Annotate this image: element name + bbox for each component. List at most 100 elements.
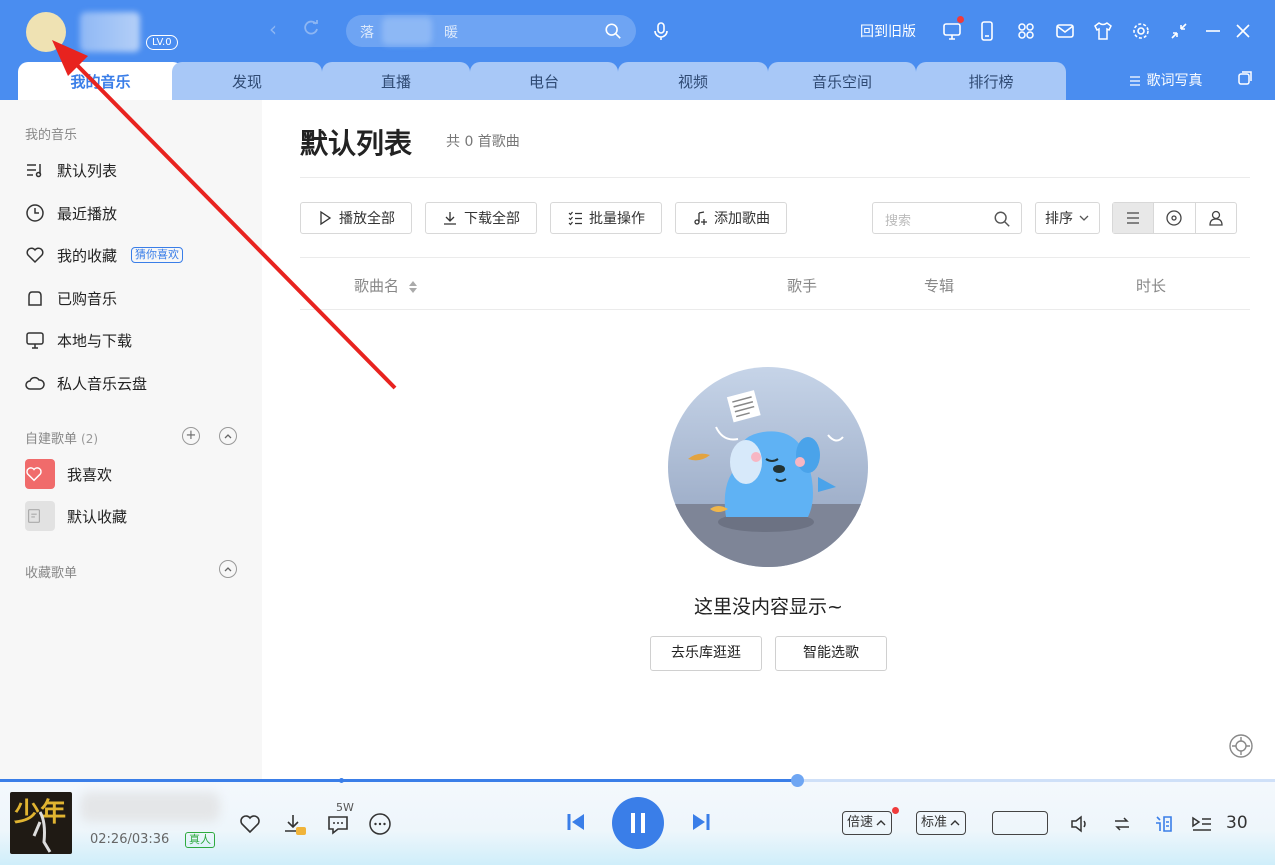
refresh-icon[interactable] (300, 18, 322, 40)
song-count: 共 0 首歌曲 (446, 134, 520, 150)
mail-icon[interactable] (1054, 20, 1076, 42)
view-mode-group (1112, 202, 1237, 234)
sort-dropdown[interactable]: 排序 (1035, 202, 1100, 234)
album-cover[interactable]: 少年 (10, 792, 72, 854)
previous-track-icon[interactable] (565, 811, 587, 833)
tab-discover[interactable]: 发现 (172, 62, 322, 100)
quality-button[interactable]: 标准 (916, 811, 967, 835)
user-icon (1209, 210, 1223, 226)
column-artist[interactable]: 歌手 (787, 275, 817, 296)
username-blurred[interactable] (80, 12, 140, 52)
playlist-item-i-like[interactable]: 我喜欢 (25, 459, 112, 489)
add-playlist-button[interactable]: + (182, 427, 200, 445)
volume-icon[interactable] (1068, 812, 1092, 836)
compact-mode-icon[interactable] (1168, 20, 1190, 42)
column-song-name-label: 歌曲名 (354, 277, 400, 295)
progress-handle[interactable] (791, 774, 804, 787)
created-playlists-label: 自建歌单 (25, 432, 78, 447)
collapse-collected-button[interactable] (219, 560, 237, 578)
tab-my-music[interactable]: 我的音乐 (18, 62, 183, 100)
search-placeholder-start: 落 (360, 25, 374, 41)
download-vip-icon[interactable] (282, 812, 306, 836)
comment-icon[interactable] (326, 812, 350, 836)
sidebar-item-local-download[interactable]: 本地与下载 (25, 328, 132, 352)
next-track-icon[interactable] (690, 811, 712, 833)
more-options-icon[interactable] (368, 812, 392, 836)
back-to-old-version-link[interactable]: 回到旧版 (860, 21, 916, 41)
monitor-icon (26, 332, 44, 349)
search-text-blurred (382, 17, 432, 45)
back-arrow-icon[interactable]: ‹ (262, 18, 284, 40)
chevron-up-icon (224, 434, 232, 439)
download-all-button[interactable]: 下载全部 (425, 202, 537, 234)
add-songs-button[interactable]: 添加歌曲 (675, 202, 787, 234)
list-view-icon (1127, 212, 1140, 224)
guess-you-like-badge[interactable]: 猜你喜欢 (131, 247, 184, 263)
notification-dot (957, 16, 964, 23)
sort-arrows-icon[interactable] (408, 280, 418, 294)
tab-radio[interactable]: 电台 (470, 62, 618, 100)
locate-current-icon[interactable] (1228, 733, 1254, 759)
divider (300, 257, 1250, 258)
speed-button[interactable]: 倍速 (842, 811, 893, 835)
lyrics-icon[interactable] (1152, 812, 1176, 836)
user-avatar[interactable] (26, 12, 66, 52)
speed-label: 倍速 (847, 815, 874, 830)
sidebar-item-cloud[interactable]: 私人音乐云盘 (25, 371, 147, 395)
apps-grid-icon[interactable] (1015, 20, 1037, 42)
play-all-button[interactable]: 播放全部 (300, 202, 412, 234)
real-singer-badge: 真人 (185, 832, 215, 848)
close-icon[interactable] (1232, 20, 1254, 42)
phone-icon[interactable] (976, 20, 998, 42)
chevron-up-icon (876, 820, 886, 826)
settings-gear-icon[interactable] (1130, 20, 1152, 42)
sidebar-item-favorites[interactable]: 我的收藏 猜你喜欢 (25, 243, 184, 267)
sound-effect-button[interactable] (992, 811, 1048, 835)
sidebar-item-default-list[interactable]: 默认列表 (25, 158, 117, 182)
smart-pick-button[interactable]: 智能选歌 (775, 636, 887, 671)
tab-video[interactable]: 视频 (618, 62, 768, 100)
song-title-blurred[interactable] (80, 792, 220, 822)
column-duration[interactable]: 时长 (1136, 275, 1166, 296)
album-view-button[interactable] (1153, 203, 1194, 233)
mini-window-icon[interactable] (1236, 69, 1254, 87)
search-icon[interactable] (604, 22, 622, 40)
level-badge[interactable]: LV.0 (146, 35, 178, 50)
voice-search-icon[interactable] (650, 20, 672, 42)
sort-label: 排序 (1045, 211, 1073, 227)
divider (300, 177, 1250, 178)
minimize-icon[interactable] (1202, 20, 1224, 42)
lyric-wallpaper-button[interactable]: 歌词写真 (1128, 70, 1202, 90)
artist-view-button[interactable] (1194, 203, 1236, 233)
sidebar-item-label: 已购音乐 (57, 289, 118, 308)
playlist-label: 默认收藏 (67, 507, 128, 526)
column-album[interactable]: 专辑 (924, 275, 954, 296)
column-song-name[interactable]: 歌曲名 (354, 275, 418, 296)
add-music-icon (694, 211, 707, 225)
screen-icon[interactable] (941, 20, 963, 42)
tab-music-space[interactable]: 音乐空间 (768, 62, 916, 100)
like-heart-icon[interactable] (238, 812, 262, 836)
search-icon[interactable] (993, 210, 1011, 228)
playlist-queue-icon[interactable] (1190, 812, 1214, 836)
playlist-icon (27, 164, 42, 178)
sidebar-item-recent[interactable]: 最近播放 (25, 201, 117, 225)
sidebar-item-label: 我的收藏 (57, 246, 118, 265)
collapse-created-button[interactable] (219, 427, 237, 445)
loop-mode-icon[interactable] (1110, 812, 1134, 836)
pause-button[interactable] (612, 797, 664, 849)
tab-charts[interactable]: 排行榜 (916, 62, 1066, 100)
tab-live[interactable]: 直播 (322, 62, 470, 100)
play-icon (320, 210, 332, 226)
list-search-input[interactable]: 搜索 (872, 202, 1022, 234)
search-bar[interactable]: 落 暖 (346, 15, 636, 47)
playlist-item-default-collection[interactable]: 默认收藏 (25, 501, 127, 531)
progress-fill (0, 779, 797, 782)
sidebar-item-purchased[interactable]: 已购音乐 (25, 286, 117, 310)
skin-tshirt-icon[interactable] (1092, 20, 1114, 42)
list-view-button[interactable] (1113, 203, 1154, 233)
sidebar-item-label: 本地与下载 (57, 331, 133, 350)
batch-operation-button[interactable]: 批量操作 (550, 202, 662, 234)
comment-count: 5W (336, 801, 354, 814)
browse-library-button[interactable]: 去乐库逛逛 (650, 636, 762, 671)
